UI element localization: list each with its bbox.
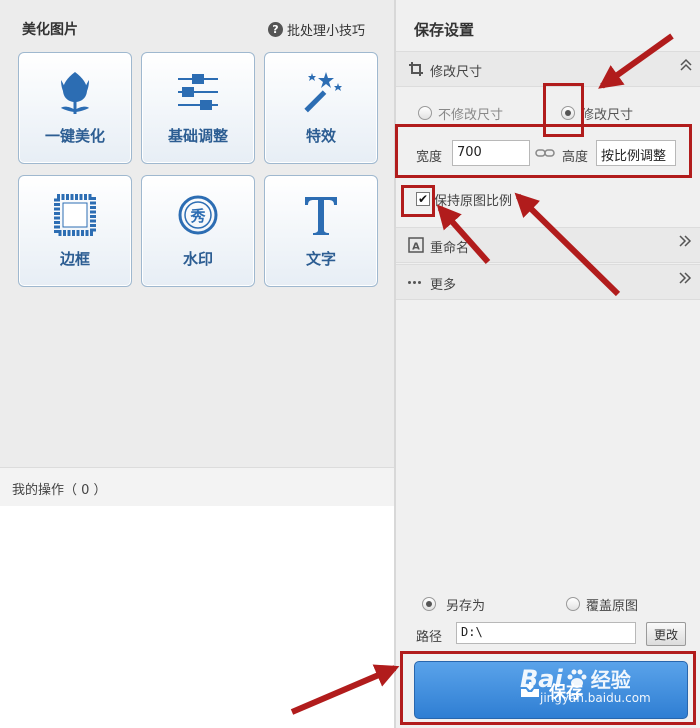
- no-resize-radio[interactable]: [418, 106, 432, 120]
- baidu-watermark: Bai 经验 jingyan.baidu.com: [520, 664, 651, 706]
- rename-icon: A: [408, 237, 424, 253]
- rename-section-title: 重命名: [430, 241, 470, 256]
- change-path-button[interactable]: 更改: [646, 622, 686, 646]
- chevron-right-icon[interactable]: [678, 234, 692, 252]
- text-icon: [265, 190, 377, 240]
- save-as-label: 另存为: [446, 599, 486, 614]
- annotation-box-dimensions: [395, 124, 692, 178]
- more-section-title: 更多: [430, 278, 457, 293]
- tool-one-click-beautify[interactable]: 一键美化: [18, 52, 132, 164]
- question-icon: ?: [268, 22, 283, 37]
- no-resize-label: 不修改尺寸: [438, 108, 504, 123]
- tool-label: 边框: [59, 250, 90, 268]
- more-dots-icon: [408, 274, 424, 290]
- tool-label: 水印: [182, 250, 213, 268]
- overwrite-radio[interactable]: [566, 597, 580, 611]
- tool-basic-adjust[interactable]: 基础调整: [141, 52, 255, 164]
- keep-ratio-label: 保持原图比例: [434, 194, 513, 209]
- batch-tips-link[interactable]: ? 批处理小技巧: [268, 20, 365, 39]
- watermark-icon: 秀: [142, 190, 254, 240]
- tool-special-effects[interactable]: 特效: [264, 52, 378, 164]
- annotation-box-keep-ratio: [401, 185, 435, 217]
- my-operations-bar[interactable]: 我的操作（ 0 ）: [0, 467, 394, 507]
- watermark-url: jingyan.baidu.com: [540, 691, 651, 705]
- watermark-brand: Bai: [520, 664, 563, 693]
- save-as-radio[interactable]: [422, 597, 436, 611]
- frame-icon: [19, 190, 131, 240]
- path-label: 路径: [416, 630, 443, 645]
- resize-section-title: 修改尺寸: [430, 65, 483, 80]
- tool-text[interactable]: 文字: [264, 175, 378, 287]
- chevron-right-icon[interactable]: [678, 271, 692, 289]
- svg-text:A: A: [412, 242, 420, 253]
- resize-label: 修改尺寸: [581, 108, 634, 123]
- rename-section-header[interactable]: A 重命名: [396, 227, 700, 263]
- tool-label: 特效: [305, 127, 336, 145]
- svg-text:秀: 秀: [189, 207, 206, 225]
- sliders-icon: [142, 67, 254, 117]
- paw-icon: [565, 667, 589, 691]
- chevron-up-icon[interactable]: [680, 58, 692, 76]
- panel-title: 美化图片: [22, 22, 78, 38]
- my-operations-label: 我的操作（ 0 ）: [12, 483, 107, 498]
- tool-label: 基础调整: [167, 127, 228, 145]
- watermark-suffix: 经验: [590, 668, 631, 692]
- overwrite-label: 覆盖原图: [586, 599, 639, 614]
- magic-wand-icon: [265, 67, 377, 117]
- tool-label: 一键美化: [44, 127, 105, 145]
- batch-tips-label: 批处理小技巧: [287, 24, 366, 39]
- path-input[interactable]: D:\: [456, 622, 636, 644]
- tool-label: 文字: [305, 250, 336, 268]
- save-settings-title: 保存设置: [414, 21, 475, 39]
- tulip-icon: [19, 67, 131, 117]
- operations-list-area: [0, 506, 394, 728]
- more-section-header[interactable]: 更多: [396, 264, 700, 300]
- resize-section-header[interactable]: 修改尺寸: [396, 51, 700, 87]
- beautify-panel: 美化图片 ? 批处理小技巧 一键美化 基础调整 特效 边框 秀 水印 文字: [0, 0, 394, 467]
- tool-frame[interactable]: 边框: [18, 175, 132, 287]
- crop-icon: [409, 62, 423, 76]
- tool-watermark[interactable]: 秀 水印: [141, 175, 255, 287]
